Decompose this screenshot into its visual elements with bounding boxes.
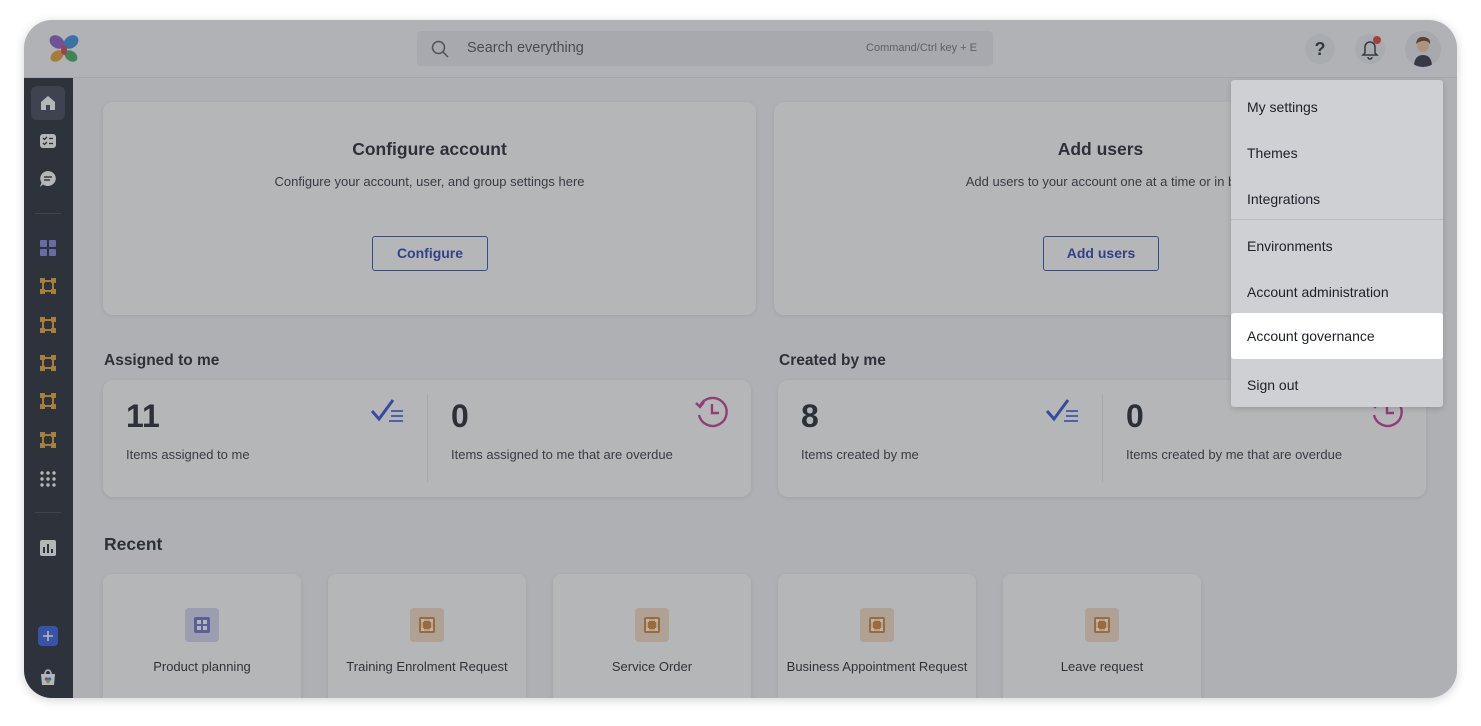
- menu-item-themes[interactable]: Themes: [1231, 130, 1443, 176]
- menu-item-integrations[interactable]: Integrations: [1231, 176, 1443, 222]
- menu-item-sign-out[interactable]: Sign out: [1231, 362, 1443, 408]
- menu-divider: [1231, 219, 1443, 220]
- menu-item-account-governance[interactable]: Account governance: [1231, 313, 1443, 359]
- menu-item-account-administration[interactable]: Account administration: [1231, 269, 1443, 315]
- menu-item-my-settings[interactable]: My settings: [1231, 84, 1443, 130]
- menu-item-environments[interactable]: Environments: [1231, 223, 1443, 269]
- app-window: Search everything Command/Ctrl key + E ?: [24, 20, 1457, 698]
- user-menu: My settings Themes Integrations Environm…: [1231, 80, 1443, 407]
